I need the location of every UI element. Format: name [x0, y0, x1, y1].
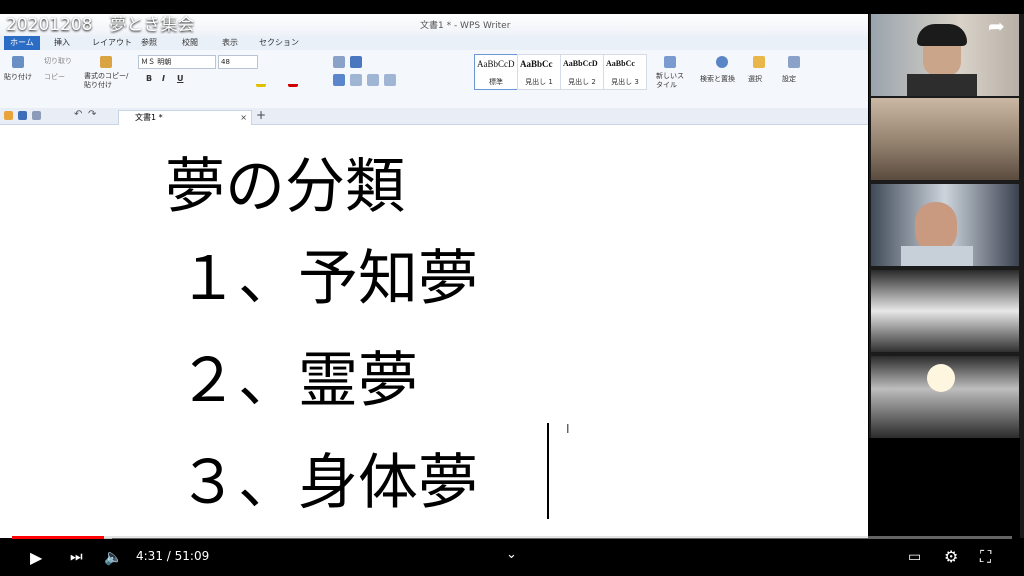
- time-current: 4:31: [136, 549, 163, 563]
- font-size-select[interactable]: 48: [218, 55, 258, 69]
- new-tab-icon[interactable]: +: [256, 108, 266, 122]
- undo-icon[interactable]: ↶: [74, 109, 82, 120]
- style-sample: AaBbCcD: [477, 59, 515, 69]
- style-label: 標準: [489, 78, 503, 86]
- wps-writer-window: 文書1 * - WPS Writer ホーム 挿入 レイアウト 参照 校閲 表示…: [0, 14, 868, 538]
- time-total: 51:09: [174, 549, 210, 563]
- tab-references[interactable]: 参照: [141, 37, 157, 48]
- document-page[interactable]: 夢の分類 １、予知夢 ２、霊夢 ３、身体夢: [28, 125, 840, 538]
- font-color-icon[interactable]: [288, 74, 298, 87]
- style-heading-1[interactable]: AaBbCc 見出し 1: [517, 54, 561, 90]
- doc-list-item-3: ３、身体夢: [178, 448, 478, 518]
- fullscreen-icon[interactable]: ⛶: [980, 547, 991, 567]
- find-replace-button[interactable]: 検索と置換: [700, 74, 735, 84]
- align-right-icon[interactable]: [367, 74, 379, 86]
- participant-video-panel: [869, 14, 1021, 438]
- right-edge-bar: [1020, 14, 1024, 538]
- format-painter-icon[interactable]: [100, 56, 112, 68]
- style-heading-2[interactable]: AaBbCcD 見出し 2: [560, 54, 604, 90]
- settings-button[interactable]: 設定: [782, 74, 796, 84]
- print-icon[interactable]: [32, 111, 41, 120]
- settings-icon[interactable]: [788, 56, 800, 68]
- participant-video-2[interactable]: [871, 98, 1019, 180]
- participant-hair: [917, 24, 967, 46]
- tab-review[interactable]: 校閲: [182, 37, 198, 48]
- format-painter-button[interactable]: 書式のコピー/貼り付け: [84, 72, 132, 90]
- writer-window-title: 文書1 * - WPS Writer: [420, 21, 511, 31]
- bullets-icon[interactable]: [333, 56, 345, 68]
- select-icon[interactable]: [753, 56, 765, 68]
- italic-button[interactable]: I: [162, 74, 165, 83]
- tab-section[interactable]: セクション: [259, 37, 299, 48]
- find-replace-icon[interactable]: [716, 56, 728, 68]
- doc-list-item-2: ２、霊夢: [178, 346, 418, 416]
- font-name-select[interactable]: ＭＳ 明朝: [138, 55, 216, 69]
- progress-played: [12, 536, 104, 539]
- cut-button[interactable]: 切り取り: [44, 56, 72, 66]
- ribbon-tab-row: ホーム 挿入 レイアウト 参照 校閲 表示 セクション: [0, 36, 868, 51]
- document-tab-label: 文書1 *: [135, 113, 163, 122]
- tab-home[interactable]: ホーム: [4, 36, 40, 50]
- align-left-icon[interactable]: [333, 74, 345, 86]
- time-separator: /: [162, 549, 175, 563]
- redo-icon[interactable]: ↷: [88, 109, 96, 120]
- underline-button[interactable]: U: [177, 74, 184, 83]
- style-label: 見出し 1: [525, 78, 553, 86]
- subtitles-icon[interactable]: ▭: [908, 549, 921, 565]
- style-sample: AaBbCcD: [563, 59, 598, 68]
- time-display: 4:31 / 51:09: [136, 549, 209, 563]
- save-icon[interactable]: [18, 111, 27, 120]
- paste-icon[interactable]: [12, 56, 24, 68]
- tab-view[interactable]: 表示: [222, 37, 238, 48]
- play-icon[interactable]: ▶: [30, 548, 42, 567]
- text-caret: [547, 423, 549, 519]
- next-video-icon[interactable]: ⏭: [70, 549, 83, 565]
- tab-insert[interactable]: 挿入: [54, 37, 70, 48]
- justify-icon[interactable]: [384, 74, 396, 86]
- select-button[interactable]: 選択: [748, 74, 762, 84]
- paste-button[interactable]: 貼り付け: [4, 72, 32, 82]
- tab-layout[interactable]: レイアウト: [92, 37, 132, 48]
- participant-shoulders: [901, 246, 973, 266]
- participant-video-5[interactable]: [871, 356, 1019, 438]
- align-center-icon[interactable]: [350, 74, 362, 86]
- participant-shoulders: [907, 74, 977, 96]
- progress-bar[interactable]: [12, 536, 1012, 539]
- bold-button[interactable]: B: [146, 74, 152, 83]
- video-title[interactable]: 20201208 夢とき集会: [6, 10, 195, 35]
- style-label: 見出し 2: [568, 78, 596, 86]
- new-style-icon[interactable]: [664, 56, 676, 68]
- volume-icon[interactable]: 🔈: [104, 548, 123, 566]
- participant-face: [915, 202, 957, 252]
- share-icon[interactable]: ➦: [988, 14, 1005, 38]
- highlight-color-icon[interactable]: [256, 74, 266, 87]
- style-normal[interactable]: AaBbCcD 標準: [474, 54, 518, 90]
- doc-list-item-1: １、予知夢: [178, 244, 478, 314]
- style-label: 見出し 3: [611, 78, 639, 86]
- participant-video-4[interactable]: [871, 270, 1019, 352]
- ceiling-light: [927, 364, 955, 392]
- ibeam-cursor-icon: I: [566, 422, 570, 436]
- new-style-button[interactable]: 新しいスタイル: [656, 72, 686, 90]
- open-folder-icon[interactable]: [4, 111, 13, 120]
- ribbon-toolbar: 貼り付け 切り取り コピー 書式のコピー/貼り付け ＭＳ 明朝 48 B I U…: [0, 50, 868, 109]
- document-tab[interactable]: 文書1 * ×: [118, 110, 252, 125]
- style-sample: AaBbCc: [606, 59, 635, 68]
- settings-gear-icon[interactable]: ⚙: [944, 547, 958, 566]
- style-heading-3[interactable]: AaBbCc 見出し 3: [603, 54, 647, 90]
- style-sample: AaBbCc: [520, 59, 553, 69]
- copy-button[interactable]: コピー: [44, 72, 65, 82]
- participant-video-3[interactable]: [871, 184, 1019, 266]
- close-tab-icon[interactable]: ×: [240, 111, 247, 125]
- document-tab-bar: ↶ ↷ 文書1 * × +: [0, 108, 868, 125]
- doc-heading-line: 夢の分類: [165, 152, 405, 222]
- chevron-down-icon[interactable]: ⌄: [506, 547, 517, 562]
- numbering-icon[interactable]: [350, 56, 362, 68]
